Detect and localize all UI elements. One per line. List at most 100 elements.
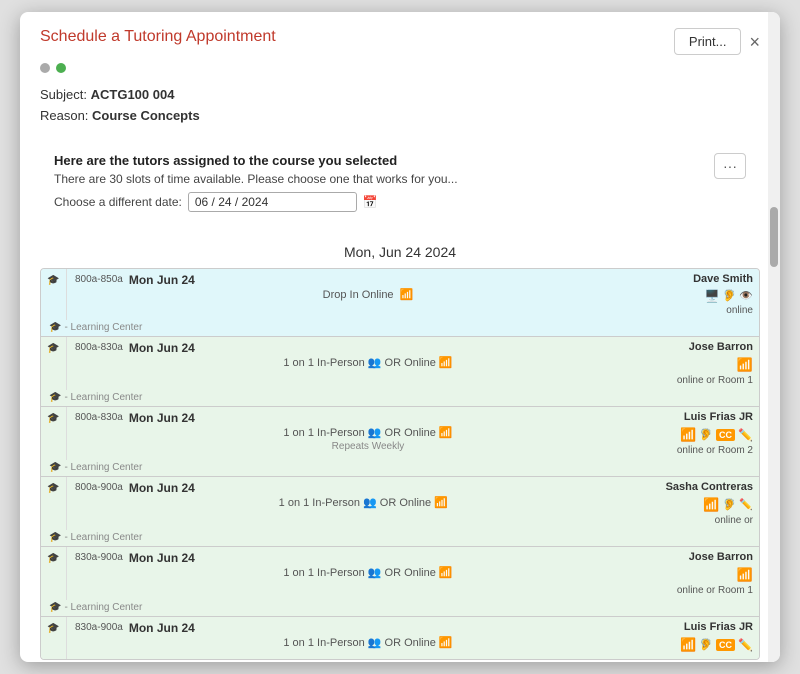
lc-label-4: - Learning Center: [64, 532, 142, 543]
person-icon-6: ✏️: [738, 638, 753, 652]
caption-icon-3: CC: [716, 429, 735, 441]
slot-6-tutor: Luis Frias JR: [684, 621, 753, 633]
date-input[interactable]: [188, 192, 357, 212]
slot-3-body: 800a-830a Mon Jun 24 1 on 1 In-Person 👥 …: [67, 407, 669, 460]
reason-value: Course Concepts: [92, 108, 200, 123]
ear-icon-4: 🦻: [723, 498, 737, 511]
slot-4[interactable]: 🎓 800a-900a Mon Jun 24 1 on 1 In-Person …: [41, 477, 759, 547]
person-icon-3: ✏️: [738, 428, 753, 442]
slot-6-left: 🎓: [41, 617, 67, 659]
slot-5-body: 830a-900a Mon Jun 24 1 on 1 In-Person 👥 …: [67, 547, 669, 600]
slot-6-desc: 1 on 1 In-Person 👥 OR Online 📶: [75, 636, 661, 649]
dot-2: [56, 63, 66, 73]
slot-4-body: 800a-900a Mon Jun 24 1 on 1 In-Person 👥 …: [67, 477, 660, 530]
info-row: Here are the tutors assigned to the cour…: [54, 153, 746, 212]
slot-2-right: Jose Barron 📶 online or Room 1: [669, 337, 759, 390]
slot-3-loc: online or Room 2: [677, 445, 753, 456]
slot-3-icon: 🎓: [47, 413, 59, 424]
wifi-icon-6: 📶: [680, 637, 696, 653]
slot-2-left: 🎓: [41, 337, 67, 390]
slot-4-main-row: 🎓 800a-900a Mon Jun 24 1 on 1 In-Person …: [41, 477, 759, 530]
date-row: Choose a different date: 📅: [54, 192, 458, 212]
print-button[interactable]: Print...: [674, 28, 742, 55]
slot-2-date: Mon Jun 24: [129, 341, 195, 355]
slot-4-time: 800a-900a: [75, 482, 123, 493]
slot-2-loc: online or Room 1: [677, 375, 753, 386]
lc-label-1: - Learning Center: [64, 322, 142, 333]
lc-icon-5: 🎓: [49, 602, 61, 613]
slot-6-body: 830a-900a Mon Jun 24 1 on 1 In-Person 👥 …: [67, 617, 669, 659]
slot-1[interactable]: 🎓 800a-850a Mon Jun 24 Drop In Online 📶 …: [41, 269, 759, 337]
slot-3-repeats: Repeats Weekly: [75, 441, 661, 452]
subject-info: Subject: ACTG100 004 Reason: Course Conc…: [20, 77, 780, 135]
slot-3-date: Mon Jun 24: [129, 411, 195, 425]
slot-2-main-row: 🎓 800a-830a Mon Jun 24 1 on 1 In-Person …: [41, 337, 759, 390]
slot-5-time-row: 830a-900a Mon Jun 24: [75, 551, 661, 565]
slot-1-right: Dave Smith 🖥️ 🦻 👁️ online: [669, 269, 759, 320]
reason-line: Reason: Course Concepts: [40, 106, 760, 127]
slot-3-left: 🎓: [41, 407, 67, 460]
slot-4-time-row: 800a-900a Mon Jun 24: [75, 481, 652, 495]
slot-2-tutor: Jose Barron: [689, 341, 753, 353]
slot-1-body: 800a-850a Mon Jun 24 Drop In Online 📶: [67, 269, 669, 320]
lc-icon-3: 🎓: [49, 462, 61, 473]
slot-1-time-row: 800a-850a Mon Jun 24: [75, 273, 661, 287]
subject-value: ACTG100 004: [91, 87, 175, 102]
eye-icon: 👁️: [739, 289, 753, 302]
main-content[interactable]: Mon, Jun 24 2024 🎓 800a-850a Mon Jun 24 …: [20, 230, 780, 662]
slot-1-left: 🎓: [41, 269, 67, 320]
lc-label-2: - Learning Center: [64, 392, 142, 403]
info-box: Here are the tutors assigned to the cour…: [40, 143, 760, 222]
more-options-button[interactable]: ···: [714, 153, 746, 179]
slot-3[interactable]: 🎓 800a-830a Mon Jun 24 1 on 1 In-Person …: [41, 407, 759, 477]
slot-3-lc: 🎓 - Learning Center: [41, 460, 759, 476]
slot-2-lc: 🎓 - Learning Center: [41, 390, 759, 406]
slot-5-date: Mon Jun 24: [129, 551, 195, 565]
slot-5-main-row: 🎓 830a-900a Mon Jun 24 1 on 1 In-Person …: [41, 547, 759, 600]
close-button[interactable]: ×: [749, 33, 760, 51]
info-box-header: Here are the tutors assigned to the cour…: [54, 153, 458, 168]
wifi-icon-4: 📶: [703, 497, 719, 513]
slot-3-icons: 📶 🦻 CC ✏️: [680, 427, 753, 443]
pencil-icon-4: ✏️: [739, 498, 753, 511]
lc-icon-4: 🎓: [49, 532, 61, 543]
slot-4-icon: 🎓: [47, 483, 59, 494]
lc-icon-2: 🎓: [49, 392, 61, 403]
lc-label-5: - Learning Center: [64, 602, 142, 613]
subject-line: Subject: ACTG100 004: [40, 85, 760, 106]
slot-6[interactable]: 🎓 830a-900a Mon Jun 24 1 on 1 In-Person …: [41, 617, 759, 659]
slot-4-right: Sasha Contreras 📶 🦻 ✏️ online or: [660, 477, 759, 530]
scrollbar-thumb[interactable]: [770, 207, 778, 267]
dot-1: [40, 63, 50, 73]
slot-4-tutor: Sasha Contreras: [666, 481, 753, 493]
slot-1-lc: 🎓 - Learning Center: [41, 320, 759, 336]
slot-5-desc: 1 on 1 In-Person 👥 OR Online 📶: [75, 566, 661, 579]
modal-header: Schedule a Tutoring Appointment Print...…: [20, 12, 780, 63]
wifi-icon-5: 📶: [737, 567, 753, 583]
slot-2-body: 800a-830a Mon Jun 24 1 on 1 In-Person 👥 …: [67, 337, 669, 390]
ear-icon-3: 🦻: [699, 428, 713, 441]
monitor-icon: 🖥️: [705, 289, 720, 303]
progress-dots: [20, 63, 780, 77]
wifi-icon-2: 📶: [737, 357, 753, 373]
slot-5-tutor: Jose Barron: [689, 551, 753, 563]
slot-2-time-row: 800a-830a Mon Jun 24: [75, 341, 661, 355]
slot-2-time: 800a-830a: [75, 342, 123, 353]
slot-1-time: 800a-850a: [75, 274, 123, 285]
slot-6-right: Luis Frias JR 📶 🦻 CC ✏️: [669, 617, 759, 659]
ear-icon: 🦻: [723, 289, 737, 302]
ear-icon-6: 🦻: [699, 638, 713, 651]
slot-5-lc: 🎓 - Learning Center: [41, 600, 759, 616]
slot-2-icon: 🎓: [47, 343, 59, 354]
slot-1-icons: 🖥️ 🦻 👁️: [705, 289, 753, 303]
info-box-sub: There are 30 slots of time available. Pl…: [54, 172, 458, 186]
info-text: Here are the tutors assigned to the cour…: [54, 153, 458, 212]
slot-5[interactable]: 🎓 830a-900a Mon Jun 24 1 on 1 In-Person …: [41, 547, 759, 617]
slot-5-icon: 🎓: [47, 553, 59, 564]
slot-2-desc: 1 on 1 In-Person 👥 OR Online 📶: [75, 356, 661, 369]
calendar-icon[interactable]: 📅: [363, 195, 378, 209]
slot-5-time: 830a-900a: [75, 552, 123, 563]
slot-2[interactable]: 🎓 800a-830a Mon Jun 24 1 on 1 In-Person …: [41, 337, 759, 407]
slot-1-loc: online: [726, 305, 753, 316]
slot-3-time-row: 800a-830a Mon Jun 24: [75, 411, 661, 425]
